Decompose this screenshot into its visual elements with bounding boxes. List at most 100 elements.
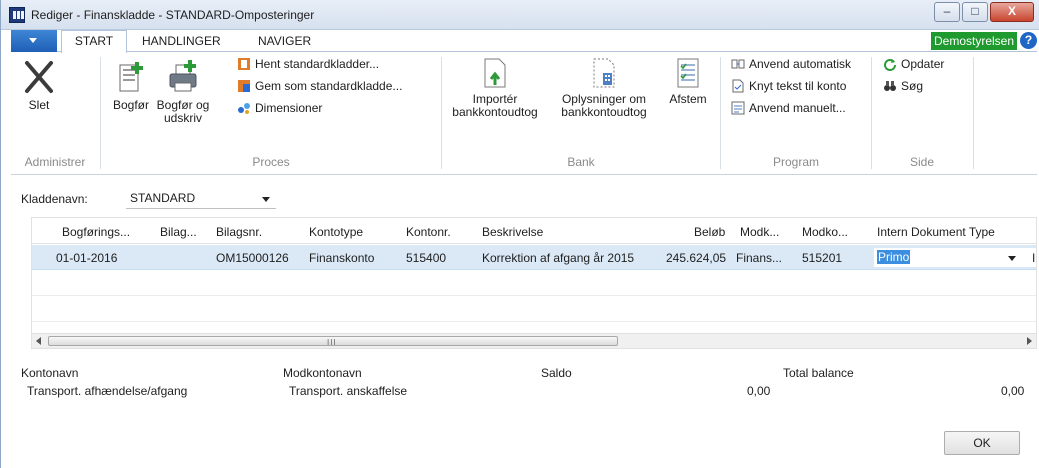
scrollbar-thumb[interactable]: III — [48, 336, 618, 347]
scrollbar-grip-icon: III — [327, 338, 337, 347]
balance-label: Saldo — [541, 366, 572, 380]
dimensions-button[interactable]: Dimensioner — [237, 99, 322, 117]
ok-button[interactable]: OK — [944, 431, 1020, 455]
group-bank-label: Bank — [567, 155, 595, 169]
import-bank-statement-button[interactable]: Importér bankkontoudtog — [445, 58, 545, 119]
refresh-label: Opdater — [901, 57, 945, 71]
delete-label: Slet — [28, 98, 50, 112]
map-text-icon — [732, 79, 744, 93]
post-document-icon — [119, 62, 143, 92]
balance-value: 0,00 — [747, 384, 771, 398]
group-side-label: Side — [909, 155, 935, 169]
delete-button[interactable]: Slet — [19, 59, 59, 112]
tab-start[interactable]: START — [61, 30, 127, 53]
get-standard-journals-label: Hent standardkladder... — [255, 57, 380, 71]
reconcile-button[interactable]: Afstem — [663, 58, 713, 106]
find-button[interactable]: Søg — [883, 77, 923, 95]
journal-form: Kladdenavn: STANDARD Bogførings... Bilag… — [11, 176, 1037, 468]
table-row[interactable] — [32, 271, 1036, 296]
group-separator — [441, 57, 442, 169]
company-badge[interactable]: Demostyrelsen — [931, 32, 1017, 50]
group-separator — [100, 57, 101, 169]
col-bal-account-no[interactable]: Modko... — [802, 225, 848, 239]
group-separator — [871, 57, 872, 169]
window-title: Rediger - Finanskladde - STANDARD-Ompost… — [31, 8, 315, 22]
col-internal-document-type[interactable]: Intern Dokument Type — [877, 225, 995, 239]
map-text-to-account-label: Knyt tekst til konto — [749, 79, 847, 93]
chevron-down-icon — [262, 197, 270, 202]
group-program-label: Program — [772, 155, 819, 169]
col-bal-account-type[interactable]: Modk... — [740, 225, 779, 239]
total-balance-label: Total balance — [783, 366, 854, 380]
post-print-label-2: udskriv — [163, 111, 202, 125]
map-text-to-account-button[interactable]: Knyt tekst til konto — [731, 77, 846, 95]
journal-lines-grid: Bogførings... Bilag... Bilagsnr. Kontoty… — [31, 217, 1037, 347]
ribbon-tab-bar: START HANDLINGER NAVIGER Demostyrelsen ? — [11, 30, 1037, 53]
cell-overflow: I — [1032, 251, 1036, 265]
group-separator — [973, 57, 974, 169]
save-journal-icon — [238, 80, 250, 92]
tab-naviger[interactable]: NAVIGER — [258, 34, 311, 48]
col-amount[interactable]: Beløb — [694, 225, 725, 239]
title-bar: Rediger - Finanskladde - STANDARD-Ompost… — [1, 0, 1039, 30]
help-icon[interactable]: ? — [1020, 32, 1037, 49]
post-print-label-1: Bogfør og — [156, 98, 210, 112]
journal-window: Rediger - Finanskladde - STANDARD-Ompost… — [0, 0, 1039, 468]
save-standard-journal-button[interactable]: Gem som standardkladde... — [237, 77, 402, 95]
apply-manually-button[interactable]: Anvend manuelt... — [731, 99, 846, 117]
col-account-no[interactable]: Kontonr. — [406, 225, 451, 239]
scroll-left-icon[interactable] — [36, 337, 41, 345]
col-posting-date[interactable]: Bogførings... — [62, 225, 130, 239]
cell-posting-date[interactable]: 01-01-2016 — [56, 251, 117, 265]
bank-statement-info-button[interactable]: Oplysninger om bankkontoudtog — [551, 58, 657, 119]
internal-document-type-value: Primo — [877, 250, 911, 264]
get-standard-journals-button[interactable]: Hent standardkladder... — [237, 55, 379, 73]
col-document-type[interactable]: Bilag... — [160, 225, 197, 239]
bank-info-label-2: bankkontoudtog — [561, 105, 647, 119]
group-separator — [720, 57, 721, 169]
table-row[interactable] — [32, 297, 1036, 322]
delete-x-icon — [25, 61, 53, 93]
cell-account-type[interactable]: Finanskonto — [309, 251, 374, 265]
post-label: Bogfør — [112, 98, 149, 112]
col-account-type[interactable]: Kontotype — [309, 225, 363, 239]
application-menu-button[interactable] — [11, 30, 57, 52]
apply-automatically-button[interactable]: Anvend automatisk — [731, 55, 851, 73]
table-row[interactable]: 01-01-2016 OM15000126 Finanskonto 515400… — [32, 245, 1036, 270]
post-button[interactable]: Bogfør — [111, 59, 151, 112]
cell-account-no[interactable]: 515400 — [406, 251, 446, 265]
maximize-button[interactable]: □ — [962, 2, 988, 22]
import-label-2: bankkontoudtog — [452, 105, 538, 119]
batch-name-select[interactable]: STANDARD — [126, 189, 276, 209]
post-and-print-button[interactable]: Bogfør og udskriv — [155, 59, 211, 125]
refresh-button[interactable]: Opdater — [883, 55, 944, 73]
manual-apply-icon — [731, 101, 745, 115]
auto-apply-icon — [731, 59, 745, 69]
import-label-1: Importér — [472, 92, 518, 106]
chevron-down-icon — [1008, 256, 1016, 261]
total-balance-value: 0,00 — [1001, 384, 1025, 398]
batch-name-value: STANDARD — [130, 191, 196, 205]
printer-icon — [169, 60, 197, 92]
tab-handlinger[interactable]: HANDLINGER — [142, 34, 221, 48]
scroll-right-icon[interactable] — [1027, 337, 1032, 345]
col-description[interactable]: Beskrivelse — [482, 225, 543, 239]
cell-amount[interactable]: 245.624,05 — [666, 251, 726, 265]
batch-name-label: Kladdenavn: — [21, 192, 88, 206]
bal-account-name-value: Transport. anskaffelse — [289, 384, 408, 398]
bank-statement-icon — [593, 58, 615, 88]
cell-bal-account-type[interactable]: Finans... — [736, 251, 782, 265]
minimize-button[interactable]: – — [934, 2, 960, 22]
reconcile-label: Afstem — [669, 92, 707, 106]
dimensions-label: Dimensioner — [255, 101, 323, 115]
close-button[interactable]: X — [990, 2, 1034, 22]
internal-document-type-select[interactable]: Primo — [874, 248, 1036, 267]
cell-document-no[interactable]: OM15000126 — [216, 251, 289, 265]
cell-bal-account-no[interactable]: 515201 — [802, 251, 842, 265]
chevron-down-icon — [29, 38, 37, 43]
col-document-no[interactable]: Bilagsnr. — [216, 225, 262, 239]
dimensions-icon — [238, 103, 250, 114]
horizontal-scrollbar[interactable]: III — [31, 333, 1037, 349]
cell-description[interactable]: Korrektion af afgang år 2015 — [482, 251, 634, 265]
binoculars-icon — [884, 81, 896, 91]
